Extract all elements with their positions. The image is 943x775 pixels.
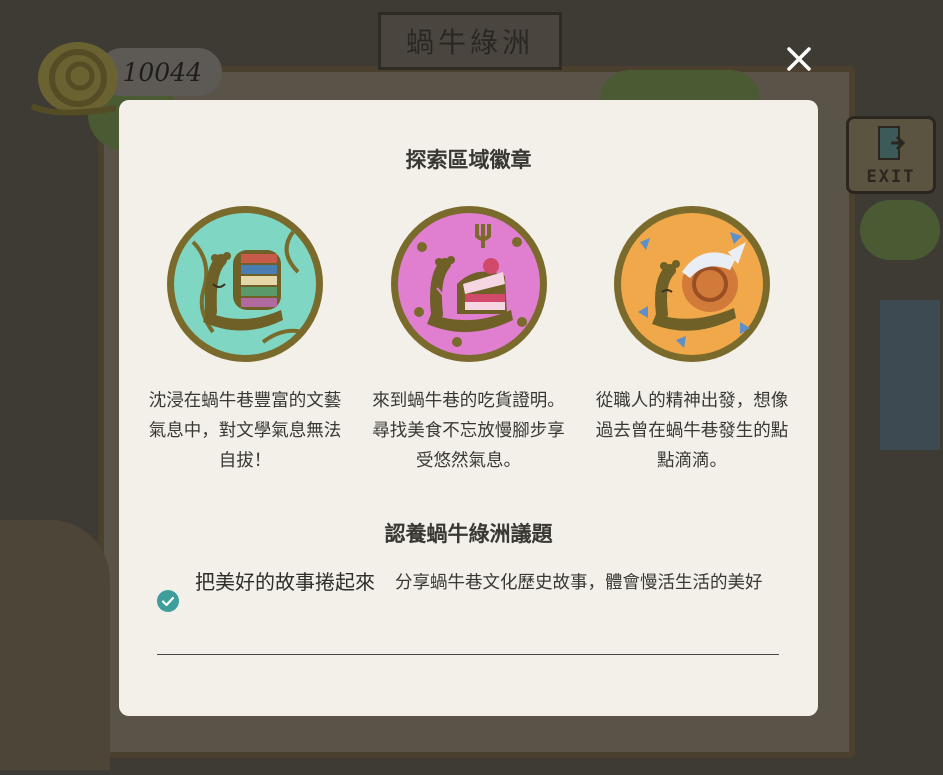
topic-description: 分享蝸牛巷文化歷史故事，體會慢活生活的美好 <box>395 573 763 593</box>
background-house <box>880 300 940 450</box>
badge-list: 沈浸在蝸牛巷豐富的文藝氣息中，對文學氣息無法自拔！ 來到蝸牛巷的吃貨證明。尋找美… <box>139 202 798 476</box>
exit-button[interactable]: EXIT <box>846 116 936 194</box>
close-icon[interactable] <box>782 42 816 76</box>
badge-item: 沈浸在蝸牛巷豐富的文藝氣息中，對文學氣息無法自拔！ <box>139 202 351 476</box>
game-title: 蝸牛綠洲 <box>405 26 534 59</box>
check-circle-icon <box>157 590 179 612</box>
badge-modal: 探索區域徽章 沈浸在蝸牛巷豐富的文藝氣息中，對文學氣息無法自拔！ 來到蝸牛巷的吃… <box>119 100 818 716</box>
background-hill <box>0 520 110 770</box>
topic-name: 把美好的故事捲起來 <box>195 570 375 594</box>
section-title: 認養蝸牛綠洲議題 <box>384 522 553 546</box>
cake-snail-badge-icon <box>390 206 547 362</box>
background-bush <box>860 200 940 260</box>
topic-row[interactable]: 把美好的故事捲起來 分享蝸牛巷文化歷史故事，體會慢活生活的美好 <box>157 566 779 655</box>
badge-description: 從職人的精神出發，想像過去曾在蝸牛巷發生的點點滴滴。 <box>595 391 789 471</box>
badge-item: 來到蝸牛巷的吃貨證明。尋找美食不忘放慢腳步享受悠然氣息。 <box>363 202 575 476</box>
score-value: 10044 <box>122 57 202 87</box>
modal-title: 探索區域徽章 <box>405 148 532 172</box>
badge-description: 來到蝸牛巷的吃貨證明。尋找美食不忘放慢腳步享受悠然氣息。 <box>372 391 565 471</box>
exit-label: EXIT <box>866 167 916 187</box>
game-title-sign: 蝸牛綠洲 <box>378 12 562 70</box>
book-snail-badge-icon <box>167 206 323 362</box>
snail-shell-icon <box>30 42 118 116</box>
door-icon <box>878 126 905 160</box>
artisan-snail-badge-icon <box>614 206 770 362</box>
badge-description: 沈浸在蝸牛巷豐富的文藝氣息中，對文學氣息無法自拔！ <box>148 391 342 471</box>
badge-item: 從職人的精神出發，想像過去曾在蝸牛巷發生的點點滴滴。 <box>586 202 798 476</box>
